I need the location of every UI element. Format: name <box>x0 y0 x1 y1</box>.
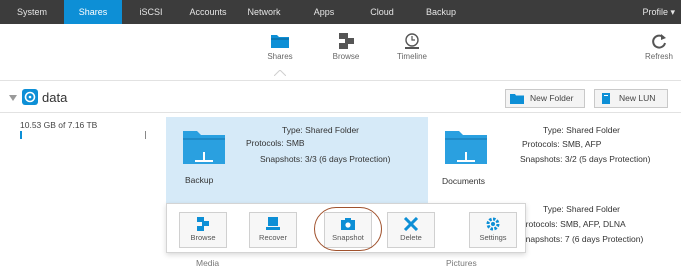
collapse-triangle-icon[interactable] <box>9 94 17 102</box>
share-protocols-media: Protocols: SMB, AFP, DLNA <box>520 219 626 229</box>
ctx-recover-button[interactable]: Recover <box>249 212 297 248</box>
new-lun-label: New LUN <box>619 93 656 103</box>
profile-menu[interactable]: Profile ▾ <box>642 0 675 24</box>
ctx-browse-icon <box>197 217 209 231</box>
volume-usage-text: 10.53 GB of 7.16 TB <box>20 120 98 130</box>
ctx-delete-label: Delete <box>400 233 422 242</box>
share-card-backup[interactable]: Backup Type: Shared Folder Protocols: SM… <box>166 117 428 207</box>
toolbar-timeline-label: Timeline <box>397 52 427 61</box>
ctx-recover-label: Recover <box>259 233 287 242</box>
nav-tab-accounts[interactable]: Accounts <box>182 0 234 24</box>
nav-tab-cloud[interactable]: Cloud <box>362 0 402 24</box>
browse-icon <box>339 33 354 49</box>
share-type-media: Type: Shared Folder <box>543 204 621 214</box>
ctx-settings-gear-icon <box>486 217 500 231</box>
ctx-settings-label: Settings <box>479 233 507 242</box>
nav-tab-apps[interactable]: Apps <box>304 0 344 24</box>
refresh-icon <box>652 34 666 49</box>
ctx-browse-label: Browse <box>190 233 216 242</box>
toolbar-browse-label: Browse <box>332 52 360 61</box>
share-name-backup: Backup <box>185 175 214 185</box>
ctx-delete-button[interactable]: Delete <box>387 212 435 248</box>
timeline-clock-icon <box>405 33 419 49</box>
ctx-browse-button[interactable]: Browse <box>179 212 227 248</box>
share-protocols-backup: Protocols: SMB <box>246 138 305 148</box>
share-snapshots-backup: Snapshots: 3/3 (6 days Protection) <box>260 154 391 164</box>
shares-folder-icon <box>271 35 289 48</box>
nav-tab-system[interactable]: System <box>10 0 54 24</box>
backup-folder-icon <box>183 131 225 164</box>
new-lun-icon <box>602 93 610 104</box>
new-folder-button[interactable]: New Folder <box>505 89 585 108</box>
share-name-pictures: Pictures <box>446 258 477 267</box>
nav-tab-shares[interactable]: Shares <box>64 0 122 24</box>
volume-usage-bar <box>20 131 146 139</box>
new-folder-label: New Folder <box>530 93 574 103</box>
ctx-settings-button[interactable]: Settings <box>469 212 517 248</box>
volume-icon <box>22 89 38 105</box>
toolbar-divider <box>0 80 681 81</box>
toolbar-timeline-button[interactable]: Timeline <box>390 30 434 74</box>
nav-tab-network[interactable]: Network <box>238 0 290 24</box>
snapshot-highlight-ring <box>314 207 382 251</box>
share-card-documents[interactable]: Documents Type: Shared Folder Protocols:… <box>436 117 681 207</box>
ctx-recover-icon <box>266 217 280 230</box>
volume-name: data <box>42 90 68 105</box>
toolbar-shares-label: Shares <box>267 52 293 61</box>
share-name-documents: Documents <box>442 176 485 186</box>
nav-tab-backup[interactable]: Backup <box>418 0 464 24</box>
documents-folder-icon <box>445 131 487 164</box>
header-divider <box>0 112 681 113</box>
volume-usage-end-marker <box>145 131 146 139</box>
toolbar-refresh-button[interactable]: Refresh <box>637 30 681 74</box>
toolbar-browse-button[interactable]: Browse <box>324 30 368 74</box>
new-folder-icon <box>510 94 524 104</box>
volume-usage-fill <box>20 131 22 139</box>
ctx-delete-x-icon <box>403 217 419 231</box>
share-type-backup: Type: Shared Folder <box>282 125 360 135</box>
top-navigation-bar: System Shares iSCSI Accounts Network App… <box>0 0 681 24</box>
share-snapshots-documents: Snapshots: 3/2 (5 days Protection) <box>520 154 651 164</box>
share-context-menu: Browse Recover Snapshot Delete Settings <box>166 203 526 253</box>
toolbar-shares-button[interactable]: Shares <box>258 30 302 74</box>
toolbar-refresh-label: Refresh <box>644 52 673 61</box>
share-name-media: Media <box>196 258 220 267</box>
nav-tab-iscsi[interactable]: iSCSI <box>130 0 172 24</box>
share-snapshots-media: Snapshots: 7 (6 days Protection) <box>520 234 644 244</box>
share-type-documents: Type: Shared Folder <box>543 125 621 135</box>
active-tab-caret-icon <box>274 70 286 76</box>
share-protocols-documents: Protocols: SMB, AFP <box>522 139 602 149</box>
new-lun-button[interactable]: New LUN <box>594 89 668 108</box>
